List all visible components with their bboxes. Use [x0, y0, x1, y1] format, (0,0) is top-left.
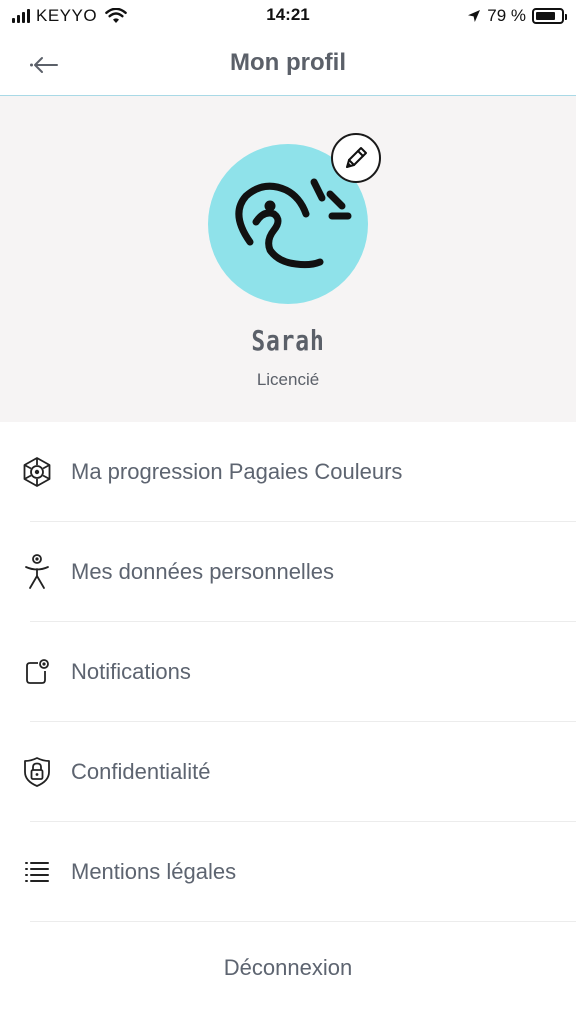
location-arrow-icon — [468, 10, 481, 22]
status-right: 79 % — [467, 6, 567, 26]
menu-item-label: Mes données personnelles — [71, 559, 334, 584]
person-icon — [20, 554, 54, 589]
divider — [30, 921, 576, 922]
list-icon — [20, 855, 54, 889]
menu-item-label: Notifications — [71, 659, 191, 684]
profile-name: Sarah — [251, 324, 325, 357]
menu-item-label: Mentions légales — [71, 859, 237, 884]
menu-item-label: Confidentialité — [71, 759, 211, 784]
menu-item-notifications[interactable]: Notifications — [0, 622, 576, 722]
notification-icon — [20, 655, 54, 689]
menu-item-privacy[interactable]: Confidentialité — [0, 722, 576, 822]
profile-section: Sarah Licencié — [0, 96, 576, 422]
profile-menu: Ma progression Pagaies Couleurs Mes donn… — [0, 422, 576, 922]
shield-lock-icon — [20, 755, 54, 789]
logout-button[interactable]: Déconnexion — [0, 955, 576, 981]
menu-item-legal[interactable]: Mentions légales — [0, 822, 576, 922]
pencil-icon — [346, 147, 367, 168]
hexagon-target-icon — [20, 455, 54, 489]
status-bar: KEYYO 14:21 79 % — [0, 0, 576, 34]
page-title: Mon profil — [230, 49, 346, 76]
menu-item-personal-data[interactable]: Mes données personnelles — [0, 522, 576, 622]
battery-percentage: 79 % — [487, 6, 526, 25]
menu-item-label: Ma progression Pagaies Couleurs — [71, 459, 403, 484]
battery-icon — [532, 8, 567, 24]
menu-item-progression[interactable]: Ma progression Pagaies Couleurs — [0, 422, 576, 522]
edit-avatar-button[interactable] — [331, 133, 381, 183]
profile-status: Licencié — [256, 370, 320, 389]
header: Mon profil — [0, 34, 576, 96]
